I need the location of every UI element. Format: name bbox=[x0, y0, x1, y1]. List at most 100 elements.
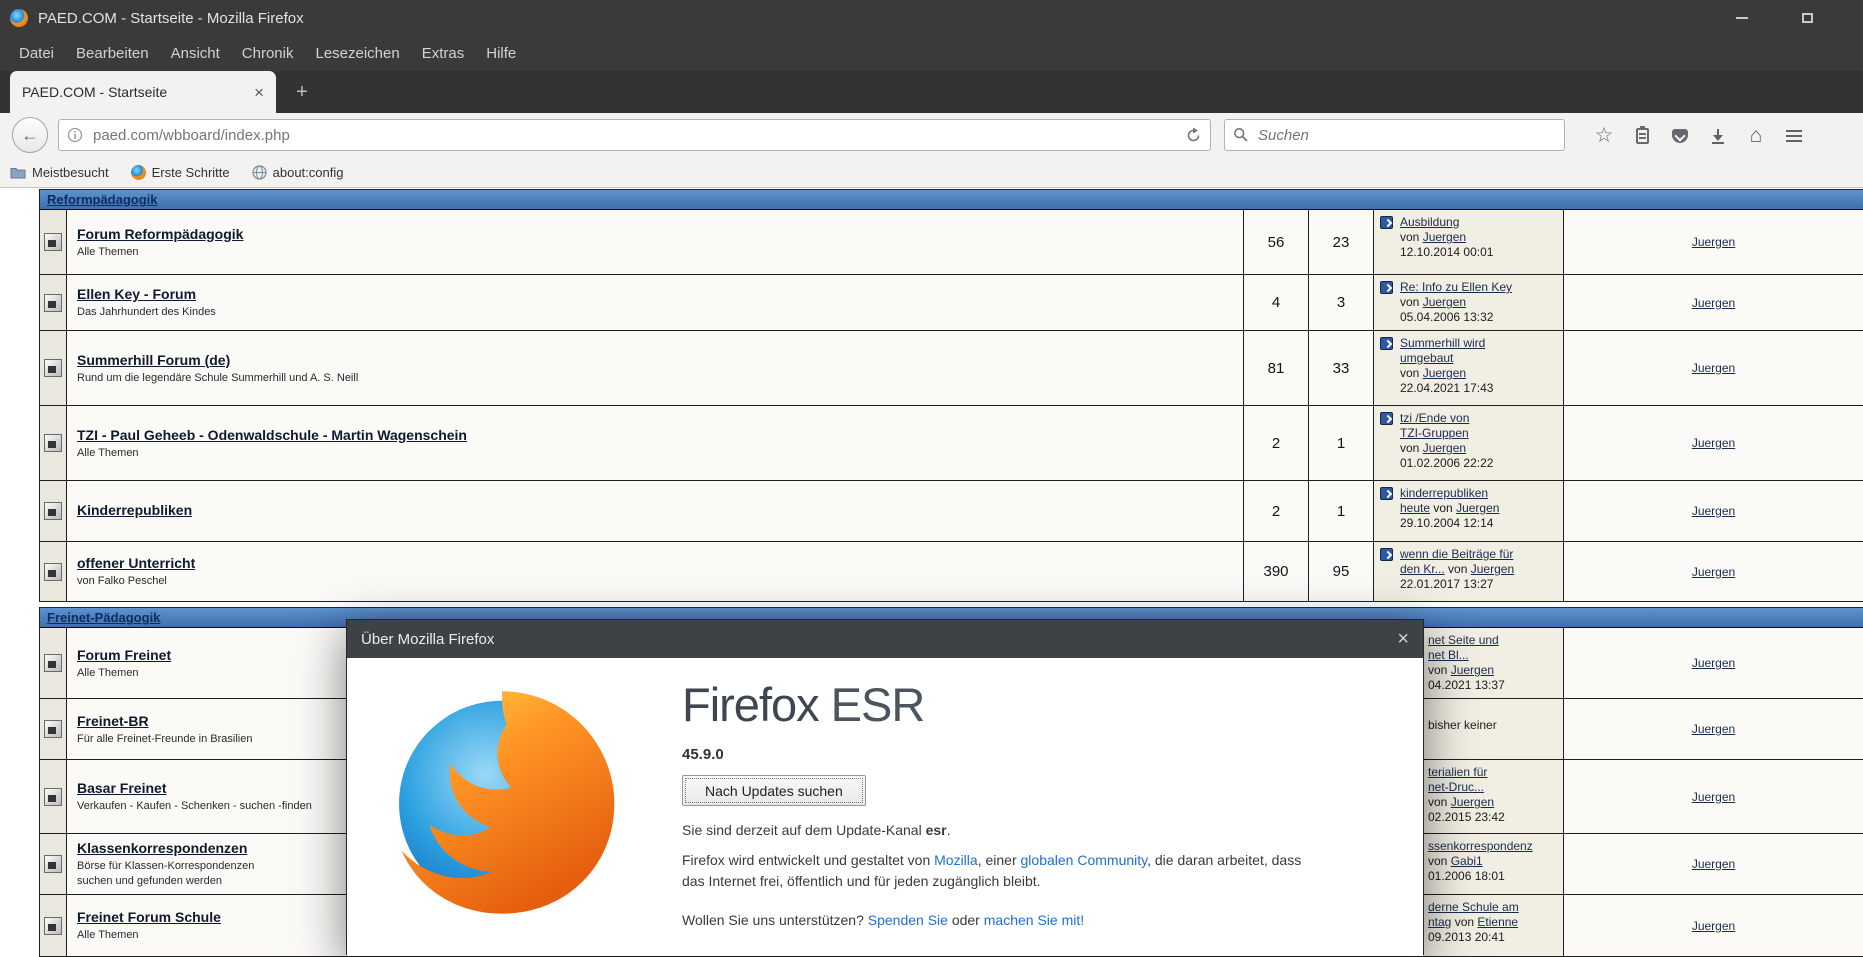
goto-last-post-icon[interactable] bbox=[1380, 487, 1393, 500]
goto-last-post-icon[interactable] bbox=[1380, 281, 1393, 294]
forum-link[interactable]: Forum Reformpädagogik bbox=[77, 226, 243, 242]
post-count: 95 bbox=[1309, 542, 1374, 602]
moderator-link[interactable]: Juergen bbox=[1692, 722, 1735, 736]
tab-active[interactable]: PAED.COM - Startseite × bbox=[10, 71, 276, 113]
maximize-button[interactable] bbox=[1784, 0, 1830, 36]
last-post-topic-link[interactable]: net Bl... bbox=[1428, 648, 1469, 662]
forum-link[interactable]: Freinet Forum Schule bbox=[77, 909, 221, 925]
forum-link[interactable]: Freinet-BR bbox=[77, 713, 149, 729]
menu-lesezeichen[interactable]: Lesezeichen bbox=[304, 36, 410, 71]
moderator-link[interactable]: Juergen bbox=[1692, 790, 1735, 804]
pocket-button[interactable] bbox=[1661, 113, 1699, 158]
global-community-link[interactable]: globalen Community bbox=[1021, 852, 1148, 868]
moderator-link[interactable]: Juergen bbox=[1692, 504, 1735, 518]
version-number: 45.9.0 bbox=[682, 746, 1382, 763]
last-post-topic-link[interactable]: TZI-Gruppen bbox=[1400, 426, 1469, 440]
get-involved-link[interactable]: machen Sie mit! bbox=[984, 912, 1084, 928]
goto-last-post-icon[interactable] bbox=[1380, 337, 1393, 350]
bookmark-about-config[interactable]: about:config bbox=[252, 165, 344, 180]
category-link[interactable]: Reformpädagogik bbox=[47, 192, 158, 207]
last-post-topic-link[interactable]: Ausbildung bbox=[1400, 215, 1459, 229]
last-post-topic-link[interactable]: umgebaut bbox=[1400, 351, 1453, 365]
forum-link[interactable]: offener Unterricht bbox=[77, 555, 195, 571]
forum-link[interactable]: Kinderrepubliken bbox=[77, 502, 192, 518]
menu-chronik[interactable]: Chronik bbox=[231, 36, 305, 71]
bookmarks-panel-button[interactable] bbox=[1623, 113, 1661, 158]
last-post-topic-link[interactable]: Summerhill wird bbox=[1400, 336, 1485, 350]
last-post-author-link[interactable]: Juergen bbox=[1423, 366, 1466, 380]
site-info-icon[interactable] bbox=[67, 127, 83, 143]
menu-datei[interactable]: Datei bbox=[8, 36, 65, 71]
last-post-author-link[interactable]: Juergen bbox=[1471, 562, 1514, 576]
moderator-link[interactable]: Juergen bbox=[1692, 361, 1735, 375]
last-post-topic-link[interactable]: net-Druc... bbox=[1428, 780, 1484, 794]
bookmark-star-button[interactable]: ☆ bbox=[1585, 113, 1623, 158]
url-bar[interactable] bbox=[58, 119, 1211, 151]
check-updates-button[interactable]: Nach Updates suchen bbox=[682, 775, 866, 806]
tab-bar: PAED.COM - Startseite × + bbox=[0, 71, 1863, 113]
goto-last-post-icon[interactable] bbox=[1380, 548, 1393, 561]
moderator-link[interactable]: Juergen bbox=[1692, 857, 1735, 871]
downloads-button[interactable] bbox=[1699, 113, 1737, 158]
forum-link[interactable]: Klassenkorrespondenzen bbox=[77, 840, 247, 856]
tab-close-icon[interactable]: × bbox=[254, 84, 264, 101]
moderator-link[interactable]: Juergen bbox=[1692, 919, 1735, 933]
mozilla-link[interactable]: Mozilla bbox=[934, 852, 978, 868]
last-post-topic-link[interactable]: Re: Info zu Ellen Key bbox=[1400, 280, 1512, 294]
forum-link[interactable]: TZI - Paul Geheeb - Odenwaldschule - Mar… bbox=[77, 427, 467, 443]
last-post-author-link[interactable]: Etienne bbox=[1477, 915, 1518, 929]
donate-link[interactable]: Spenden Sie bbox=[868, 912, 948, 928]
last-post-topic-link[interactable]: tzi /Ende von bbox=[1400, 411, 1469, 425]
dialog-close-icon[interactable]: × bbox=[1397, 629, 1409, 649]
last-post-topic-link[interactable]: wenn die Beiträge für bbox=[1400, 547, 1513, 561]
last-post-topic-link[interactable]: terialien für bbox=[1428, 765, 1487, 779]
thread-count: 81 bbox=[1244, 331, 1309, 406]
url-input[interactable] bbox=[91, 126, 1185, 145]
forum-link[interactable]: Summerhill Forum (de) bbox=[77, 352, 230, 368]
search-icon bbox=[1233, 127, 1249, 143]
forum-link[interactable]: Ellen Key - Forum bbox=[77, 286, 196, 302]
moderator-link[interactable]: Juergen bbox=[1692, 296, 1735, 310]
moderator-link[interactable]: Juergen bbox=[1692, 235, 1735, 249]
last-post-topic-link[interactable]: heute bbox=[1400, 501, 1430, 515]
moderator-link[interactable]: Juergen bbox=[1692, 656, 1735, 670]
search-input[interactable] bbox=[1256, 126, 1556, 145]
last-post-topic-link[interactable]: kinderrepubliken bbox=[1400, 486, 1488, 500]
back-button[interactable]: ← bbox=[12, 117, 48, 153]
bookmark-meistbesucht[interactable]: Meistbesucht bbox=[10, 165, 109, 180]
last-post-author-link[interactable]: Juergen bbox=[1451, 663, 1494, 677]
minimize-button[interactable] bbox=[1719, 0, 1765, 36]
last-post-topic-link[interactable]: den Kr... bbox=[1400, 562, 1445, 576]
goto-last-post-icon[interactable] bbox=[1380, 412, 1393, 425]
reload-icon[interactable] bbox=[1185, 127, 1202, 144]
bookmark-erste-schritte[interactable]: Erste Schritte bbox=[131, 165, 230, 180]
category-link[interactable]: Freinet-Pädagogik bbox=[47, 610, 160, 625]
last-post-topic-link[interactable]: net Seite und bbox=[1428, 633, 1499, 647]
last-post-author-link[interactable]: Gabi1 bbox=[1451, 854, 1483, 868]
menu-extras[interactable]: Extras bbox=[411, 36, 476, 71]
last-post-author-link[interactable]: Juergen bbox=[1423, 441, 1466, 455]
goto-last-post-icon[interactable] bbox=[1380, 216, 1393, 229]
last-post-author-link[interactable]: Juergen bbox=[1423, 230, 1466, 244]
moderator-link[interactable]: Juergen bbox=[1692, 436, 1735, 450]
search-bar[interactable] bbox=[1224, 119, 1565, 151]
last-post-topic-link[interactable]: ntag bbox=[1428, 915, 1451, 929]
home-button[interactable]: ⌂ bbox=[1737, 113, 1775, 158]
last-post-author-link[interactable]: Juergen bbox=[1451, 795, 1494, 809]
last-post-author-link[interactable]: Juergen bbox=[1423, 295, 1466, 309]
menu-hilfe[interactable]: Hilfe bbox=[475, 36, 527, 71]
forum-description: Das Jahrhundert des Kindes bbox=[77, 306, 1233, 319]
last-post-topic-link[interactable]: derne Schule am bbox=[1428, 900, 1519, 914]
forum-link[interactable]: Forum Freinet bbox=[77, 647, 171, 663]
forum-link[interactable]: Basar Freinet bbox=[77, 780, 166, 796]
open-menu-button[interactable] bbox=[1775, 113, 1813, 158]
moderator-link[interactable]: Juergen bbox=[1692, 565, 1735, 579]
new-tab-button[interactable]: + bbox=[286, 77, 318, 107]
window-titlebar: PAED.COM - Startseite - Mozilla Firefox bbox=[0, 0, 1863, 36]
last-post-author-link[interactable]: Juergen bbox=[1456, 501, 1499, 515]
menu-bearbeiten[interactable]: Bearbeiten bbox=[65, 36, 160, 71]
dialog-titlebar[interactable]: Über Mozilla Firefox × bbox=[347, 620, 1423, 658]
menu-ansicht[interactable]: Ansicht bbox=[160, 36, 231, 71]
post-count: 33 bbox=[1309, 331, 1374, 406]
last-post-topic-link[interactable]: ssenkorrespondenz bbox=[1428, 839, 1533, 853]
